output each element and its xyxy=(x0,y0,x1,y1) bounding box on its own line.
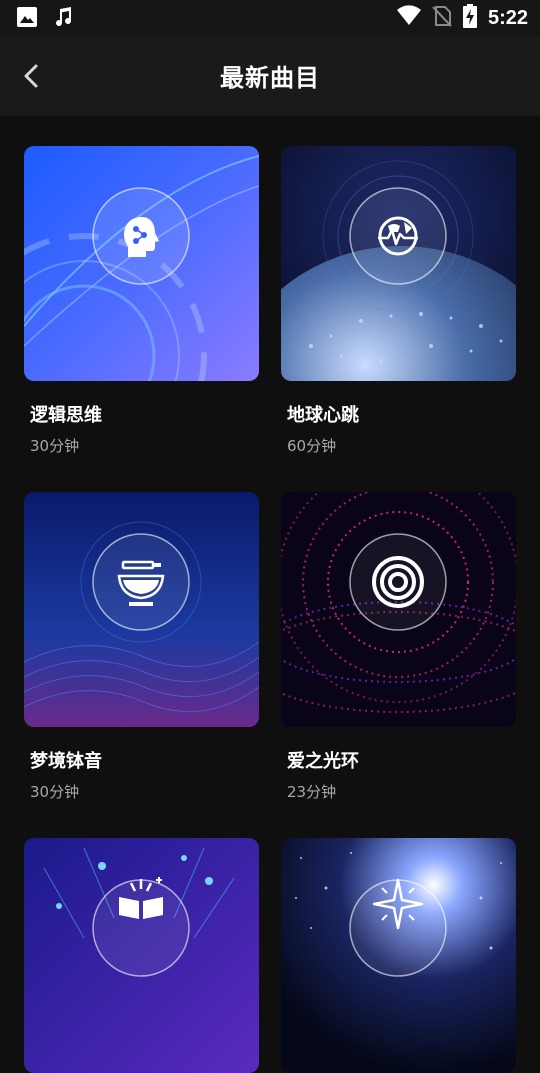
track-title: 梦境钵音 xyxy=(30,751,102,772)
track-cover xyxy=(281,492,516,727)
track-duration: 30分钟 xyxy=(30,783,80,801)
music-note-icon xyxy=(52,6,74,32)
track-card[interactable]: 逻辑思维 30分钟 xyxy=(24,146,259,455)
star-burst-icon xyxy=(372,878,424,930)
track-card[interactable]: 爱之光环 23分钟 xyxy=(281,492,516,801)
no-sim-icon xyxy=(432,5,452,31)
track-title: 地球心跳 xyxy=(287,405,359,426)
track-cover xyxy=(24,838,259,1073)
track-card[interactable] xyxy=(281,838,516,1073)
track-card[interactable]: 梦境钵音 30分钟 xyxy=(24,492,259,801)
track-card[interactable] xyxy=(24,838,259,1073)
track-title: 爱之光环 xyxy=(287,751,359,772)
track-cover xyxy=(281,838,516,1073)
status-bar: 5:22 xyxy=(0,0,540,36)
page-title: 最新曲目 xyxy=(220,64,320,92)
track-duration: 23分钟 xyxy=(287,783,337,801)
globe-pulse-icon xyxy=(374,212,422,260)
image-icon xyxy=(16,6,38,32)
status-time: 5:22 xyxy=(487,6,528,29)
battery-charging-icon xyxy=(462,4,478,32)
track-duration: 60分钟 xyxy=(287,437,337,455)
concentric-rings-icon xyxy=(372,556,424,608)
track-cover xyxy=(281,146,516,381)
track-duration: 30分钟 xyxy=(30,437,80,455)
wifi-icon xyxy=(396,5,422,31)
track-title: 逻辑思维 xyxy=(30,405,102,426)
track-cover xyxy=(24,146,259,381)
head-network-icon xyxy=(116,211,168,263)
singing-bowl-icon xyxy=(115,558,167,610)
track-card[interactable]: 地球心跳 60分钟 xyxy=(281,146,516,455)
toolbar: 最新曲目 xyxy=(0,36,540,116)
open-book-sparkle-icon xyxy=(115,873,167,925)
track-cover xyxy=(24,492,259,727)
